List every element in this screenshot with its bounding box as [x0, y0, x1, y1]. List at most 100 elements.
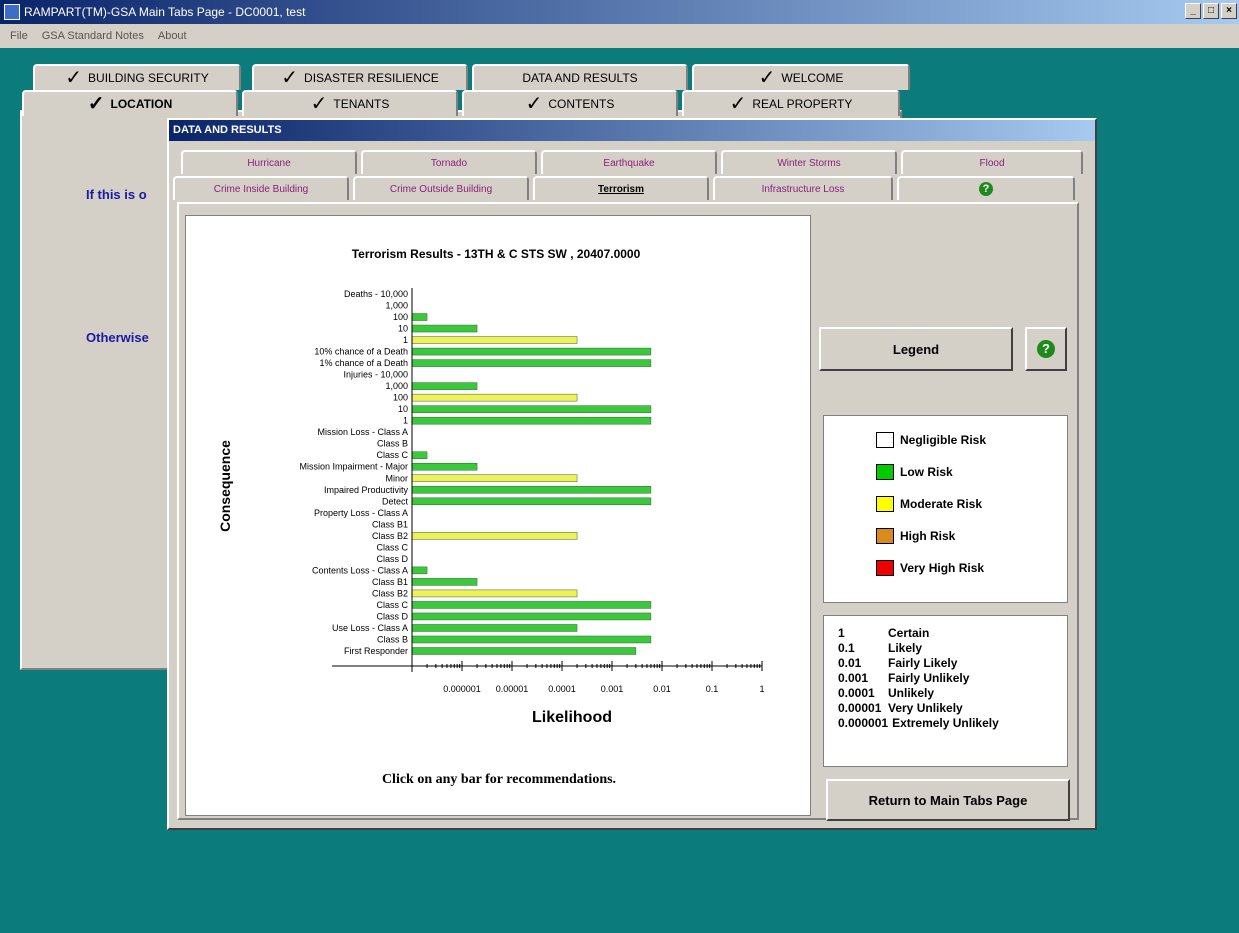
y-tick-label: 100 [393, 312, 408, 322]
menu-about[interactable]: About [158, 24, 187, 48]
y-tick-label: Class B2 [372, 588, 408, 598]
y-tick-label: Class B [377, 439, 408, 449]
tab-building-security[interactable]: ✓ BUILDING SECURITY [33, 64, 241, 90]
y-tick-label: 10 [398, 404, 408, 414]
chart-bar[interactable] [411, 313, 428, 321]
y-tick-label: Injuries - 10,000 [343, 370, 408, 380]
x-tick-label: 0.000001 [443, 684, 481, 694]
y-tick-label: First Responder [344, 646, 408, 656]
main-text-line2: Otherwise [86, 330, 149, 345]
chart-bar[interactable] [411, 359, 652, 367]
chart-bar[interactable] [411, 393, 578, 402]
y-tick-label: 1,000 [385, 381, 408, 391]
tab-tornado[interactable]: Tornado [361, 150, 537, 174]
return-main-tabs-button[interactable]: Return to Main Tabs Page [826, 779, 1070, 821]
menu-gsa-notes[interactable]: GSA Standard Notes [42, 24, 144, 48]
y-tick-label: Impaired Productivity [324, 485, 409, 495]
x-tick-label: 0.1 [706, 684, 719, 694]
minimize-button[interactable]: _ [1185, 3, 1201, 19]
swatch-low [876, 464, 894, 480]
chart-bar[interactable] [411, 497, 652, 506]
y-tick-label: Minor [385, 473, 408, 483]
chart-title: Terrorism Results - 13TH & C STS SW , 20… [352, 247, 641, 261]
chart-bar[interactable] [411, 532, 578, 540]
y-tick-label: Property Loss - Class A [314, 508, 408, 518]
check-icon: ✓ [758, 67, 776, 89]
tab-terrorism[interactable]: Terrorism [533, 176, 709, 200]
chart-bar[interactable] [411, 578, 478, 586]
tab-flood[interactable]: Flood [901, 150, 1083, 174]
y-tick-label: Class B2 [372, 531, 408, 541]
y-tick-label: Use Loss - Class A [332, 623, 408, 633]
menu-file[interactable]: File [10, 24, 28, 48]
tab-earthquake[interactable]: Earthquake [541, 150, 717, 174]
y-tick-label: 1 [403, 416, 408, 426]
maximize-button[interactable]: □ [1203, 3, 1219, 19]
check-icon: ✓ [87, 93, 105, 115]
chart-bar[interactable] [411, 589, 578, 598]
scale-row: 0.001 Fairly Unlikely [838, 671, 970, 685]
y-tick-label: Class D [376, 554, 408, 564]
legend-button[interactable]: Legend [819, 327, 1013, 371]
tab-infrastructure-loss[interactable]: Infrastructure Loss [713, 176, 893, 200]
tab-hurricane[interactable]: Hurricane [181, 150, 357, 174]
y-tick-label: Class C [376, 542, 408, 552]
y-tick-label: 10 [398, 324, 408, 334]
help-icon: ? [979, 182, 993, 196]
chart-bar[interactable] [411, 647, 637, 655]
y-tick-label: Mission Loss - Class A [317, 427, 408, 437]
chart-bar[interactable] [411, 612, 652, 621]
tab-data-and-results[interactable]: DATA AND RESULTS [472, 64, 688, 90]
tab-tenants[interactable]: ✓ TENANTS [242, 90, 458, 116]
check-icon: ✓ [65, 67, 83, 89]
scale-row: 0.0001 Unlikely [838, 686, 935, 700]
chart-bar[interactable] [411, 451, 428, 459]
main-text-line1: If this is o [86, 187, 147, 202]
scale-row: 0.01 Fairly Likely [838, 656, 958, 670]
tab-disaster-resilience[interactable]: ✓ DISASTER RESILIENCE [252, 64, 468, 90]
chart-bar[interactable] [411, 382, 478, 390]
x-tick-label: 0.0001 [548, 684, 576, 694]
chart-bar[interactable] [411, 601, 652, 609]
x-tick-label: 0.01 [653, 684, 671, 694]
legend-help-button[interactable]: ? [1025, 327, 1067, 371]
tab-crime-inside[interactable]: Crime Inside Building [173, 176, 349, 200]
chart-bar[interactable] [411, 416, 652, 425]
check-icon: ✓ [310, 93, 328, 115]
chart-bar[interactable] [411, 624, 578, 632]
y-tick-label: Deaths - 10,000 [344, 289, 408, 299]
tab-location[interactable]: ✓ LOCATION [22, 90, 238, 116]
y-tick-label: Mission Impairment - Major [299, 462, 408, 472]
x-tick-label: 0.00001 [496, 684, 529, 694]
x-tick-label: 1 [759, 684, 764, 694]
terrorism-chart[interactable]: Terrorism Results - 13TH & C STS SW , 20… [186, 216, 810, 776]
chart-bar[interactable] [411, 336, 578, 344]
chart-bar[interactable] [411, 474, 578, 483]
app-icon [4, 4, 20, 20]
y-tick-label: Class B [377, 634, 408, 644]
tab-crime-outside[interactable]: Crime Outside Building [353, 176, 529, 200]
check-icon: ✓ [281, 67, 299, 89]
likelihood-scale: 1 Certain 0.1 Likely 0.01 Fairly Likely 0.0… [823, 615, 1068, 767]
menubar: File GSA Standard Notes About [0, 24, 1239, 48]
help-icon: ? [1037, 340, 1055, 358]
chart-bar[interactable] [411, 635, 652, 644]
chart-bar[interactable] [411, 566, 428, 575]
close-button[interactable]: × [1221, 3, 1237, 19]
recommendation-note: Click on any bar for recommendations. [381, 772, 617, 787]
y-tick-label: 1% chance of a Death [319, 358, 408, 368]
scale-row: 0.00001 Very Unlikely [838, 701, 963, 715]
chart-bar[interactable] [411, 462, 478, 471]
tab-winter-storms[interactable]: Winter Storms [721, 150, 897, 174]
chart-bar[interactable] [411, 486, 652, 494]
chart-bar[interactable] [411, 324, 478, 333]
chart-bar[interactable] [411, 405, 652, 413]
tab-help[interactable]: ? [897, 176, 1075, 200]
x-tick-label: 0.001 [601, 684, 624, 694]
tab-welcome[interactable]: ✓ WELCOME [692, 64, 910, 90]
y-tick-label: Class C [376, 450, 408, 460]
chart-bar[interactable] [411, 347, 652, 356]
tab-contents[interactable]: ✓ CONTENTS [462, 90, 678, 116]
tab-real-property[interactable]: ✓ REAL PROPERTY [682, 90, 900, 116]
y-tick-label: Class C [376, 600, 408, 610]
